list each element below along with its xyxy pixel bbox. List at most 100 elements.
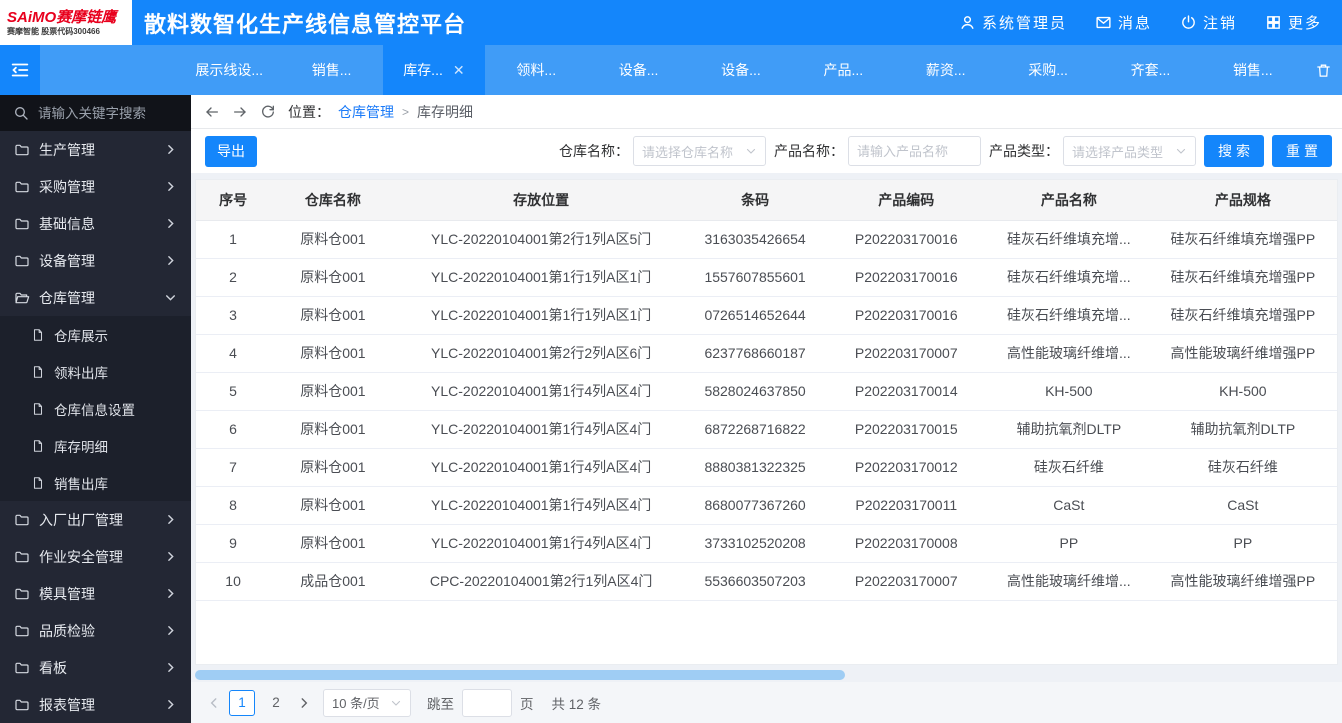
table-cell: YLC-20220104001第2行2列A区6门 xyxy=(395,334,687,373)
chevron-right-icon xyxy=(164,587,177,600)
folder-icon xyxy=(14,253,30,269)
table-row[interactable]: 7 原料仓001 YLC-20220104001第1行4列A区4门 888038132… xyxy=(196,448,1337,487)
user-menu-label: 消息 xyxy=(1117,15,1152,32)
sidebar-item[interactable]: 看板 xyxy=(0,649,191,686)
tab-close-icon[interactable]: ✕ xyxy=(453,62,465,79)
tab-4[interactable]: 领料... xyxy=(485,45,587,95)
table-cell: P202203170007 xyxy=(823,562,989,601)
sidebar-item[interactable]: 设备管理 xyxy=(0,242,191,279)
product-type-select[interactable]: 请选择产品类型 xyxy=(1063,136,1196,166)
sidebar-item[interactable]: 品质检验 xyxy=(0,612,191,649)
sidebar-item[interactable]: 报表管理 xyxy=(0,686,191,723)
sidebar-item[interactable]: 生产管理 xyxy=(0,131,191,168)
tab-9[interactable]: 采购... xyxy=(997,45,1099,95)
user-menu-user[interactable]: 系统管理员 xyxy=(959,12,1067,33)
table-cell: P202203170015 xyxy=(823,410,989,449)
table-row[interactable]: 9 原料仓001 YLC-20220104001第1行4列A区4门 373310252… xyxy=(196,524,1337,563)
app-root: SAiMO赛摩链鹰 赛摩智能 股票代码300466 散料数智化生产线信息管控平台… xyxy=(0,0,1342,723)
table-cell: 3 xyxy=(196,296,271,335)
page-button-1[interactable]: 1 xyxy=(229,689,255,716)
mail-icon xyxy=(1095,14,1112,31)
forward-icon[interactable] xyxy=(232,104,248,120)
back-icon[interactable] xyxy=(204,104,220,120)
user-menu-messages[interactable]: 消息 xyxy=(1095,12,1152,33)
sidebar-collapse-button[interactable] xyxy=(0,45,40,95)
sidebar-item[interactable]: 基础信息 xyxy=(0,205,191,242)
sidebar-item-label: 设备管理 xyxy=(39,252,95,269)
sidebar-menu: 生产管理采购管理基础信息设备管理仓库管理 仓库展示 领料出库 仓库信息设置 库存明细 销售… xyxy=(0,131,191,723)
column-header[interactable]: 产品名称 xyxy=(988,180,1149,221)
tab-3[interactable]: 库存... ✕ xyxy=(382,45,486,95)
table-row[interactable]: 1 原料仓001 YLC-20220104001第2行1列A区5门 316303542… xyxy=(196,220,1337,259)
tab-6[interactable]: 设备... xyxy=(690,45,792,95)
column-header[interactable]: 产品编码 xyxy=(823,180,989,221)
sidebar-subitem[interactable]: 仓库信息设置 xyxy=(0,390,191,427)
tab-8[interactable]: 薪资... xyxy=(895,45,997,95)
sidebar-item[interactable]: 模具管理 xyxy=(0,575,191,612)
chevron-right-icon xyxy=(164,698,177,711)
table-row[interactable]: 4 原料仓001 YLC-20220104001第2行2列A区6门 623776866… xyxy=(196,334,1337,373)
breadcrumb-trail: 位置： 仓库管理 > 库存明细 xyxy=(288,102,473,122)
breadcrumb-parent-link[interactable]: 仓库管理 xyxy=(338,102,394,122)
inventory-table: 序号 仓库名称 存放位置 条码 产品编码 产品名称 产品规格 1 原料仓001 YLC-2022… xyxy=(196,180,1337,601)
chevron-down-icon xyxy=(164,291,177,304)
table-row[interactable]: 10 成品仓001 CPC-20220104001第2行1列A区4门 55366035… xyxy=(196,562,1337,601)
tab-10[interactable]: 齐套... xyxy=(1099,45,1201,95)
folder-icon xyxy=(14,512,30,528)
tab-5[interactable]: 设备... xyxy=(587,45,689,95)
breadcrumb-current: 库存明细 xyxy=(417,103,474,120)
sidebar-subitem[interactable]: 领料出库 xyxy=(0,353,191,390)
product-name-input[interactable] xyxy=(848,136,981,166)
table-row[interactable]: 6 原料仓001 YLC-20220104001第1行4列A区4门 687226871… xyxy=(196,410,1337,449)
table-row[interactable]: 3 原料仓001 YLC-20220104001第1行1列A区1门 072651465… xyxy=(196,296,1337,335)
reset-button[interactable]: 重置 xyxy=(1272,135,1332,167)
warehouse-select[interactable]: 请选择仓库名称 xyxy=(633,136,766,166)
table-row[interactable]: 5 原料仓001 YLC-20220104001第1行4列A区4门 582802463… xyxy=(196,372,1337,411)
sidebar-subitem[interactable]: 销售出库 xyxy=(0,464,191,501)
user-menu-logout[interactable]: 注销 xyxy=(1180,12,1237,33)
column-header[interactable]: 条码 xyxy=(686,180,824,221)
refresh-icon[interactable] xyxy=(260,104,276,120)
sidebar-item-label: 采购管理 xyxy=(39,178,95,195)
jump-page-input[interactable] xyxy=(462,688,512,717)
sidebar-item[interactable]: 入厂出厂管理 xyxy=(0,501,191,538)
person-icon xyxy=(959,14,976,31)
table-cell: CPC-20220104001第2行1列A区4门 xyxy=(395,562,687,601)
tab-2[interactable]: 销售... xyxy=(280,45,382,95)
sidebar-item[interactable]: 仓库管理 xyxy=(0,279,191,316)
table-cell: 高性能玻璃纤维增强PP xyxy=(1148,562,1337,601)
search-button[interactable]: 搜索 xyxy=(1204,135,1264,167)
next-page-icon[interactable] xyxy=(297,696,311,710)
sidebar-search-input[interactable] xyxy=(38,105,178,121)
table-cell: PP xyxy=(988,524,1149,563)
table-cell: 5828024637850 xyxy=(686,372,824,411)
user-menu-more[interactable]: 更多 xyxy=(1265,12,1322,33)
table-row[interactable]: 2 原料仓001 YLC-20220104001第1行1列A区1门 155760785… xyxy=(196,258,1337,297)
prev-page-icon[interactable] xyxy=(207,696,221,710)
sidebar-subitem[interactable]: 库存明细 xyxy=(0,427,191,464)
sidebar-item[interactable]: 采购管理 xyxy=(0,168,191,205)
clear-tabs-button[interactable] xyxy=(1304,45,1342,95)
horizontal-scrollbar-thumb[interactable] xyxy=(195,670,846,680)
tab-7[interactable]: 产品... xyxy=(792,45,894,95)
sidebar-item[interactable]: 作业安全管理 xyxy=(0,538,191,575)
page-button-2[interactable]: 2 xyxy=(263,690,289,716)
column-header[interactable]: 存放位置 xyxy=(395,180,687,221)
table-cell: 原料仓001 xyxy=(270,448,396,487)
column-header[interactable]: 产品规格 xyxy=(1148,180,1337,221)
export-button[interactable]: 导出 xyxy=(205,135,257,167)
sidebar-search[interactable] xyxy=(0,95,191,131)
column-header[interactable]: 序号 xyxy=(196,180,271,221)
column-header[interactable]: 仓库名称 xyxy=(270,180,396,221)
page-size-select[interactable]: 10 条/页 xyxy=(323,688,411,717)
table-row[interactable]: 8 原料仓001 YLC-20220104001第1行4列A区4门 868007736… xyxy=(196,486,1337,525)
tab-11[interactable]: 销售... xyxy=(1202,45,1304,95)
sidebar-subitem[interactable]: 仓库展示 xyxy=(0,316,191,353)
app-header: SAiMO赛摩链鹰 赛摩智能 股票代码300466 散料数智化生产线信息管控平台… xyxy=(0,0,1342,45)
tab-label: 采购... xyxy=(1028,62,1068,78)
table-cell: 3163035426654 xyxy=(686,220,824,259)
tab-1[interactable]: 展示线设... xyxy=(178,45,280,95)
file-icon xyxy=(31,476,45,490)
table-cell: 原料仓001 xyxy=(270,372,396,411)
sidebar-item-label: 作业安全管理 xyxy=(39,548,123,565)
